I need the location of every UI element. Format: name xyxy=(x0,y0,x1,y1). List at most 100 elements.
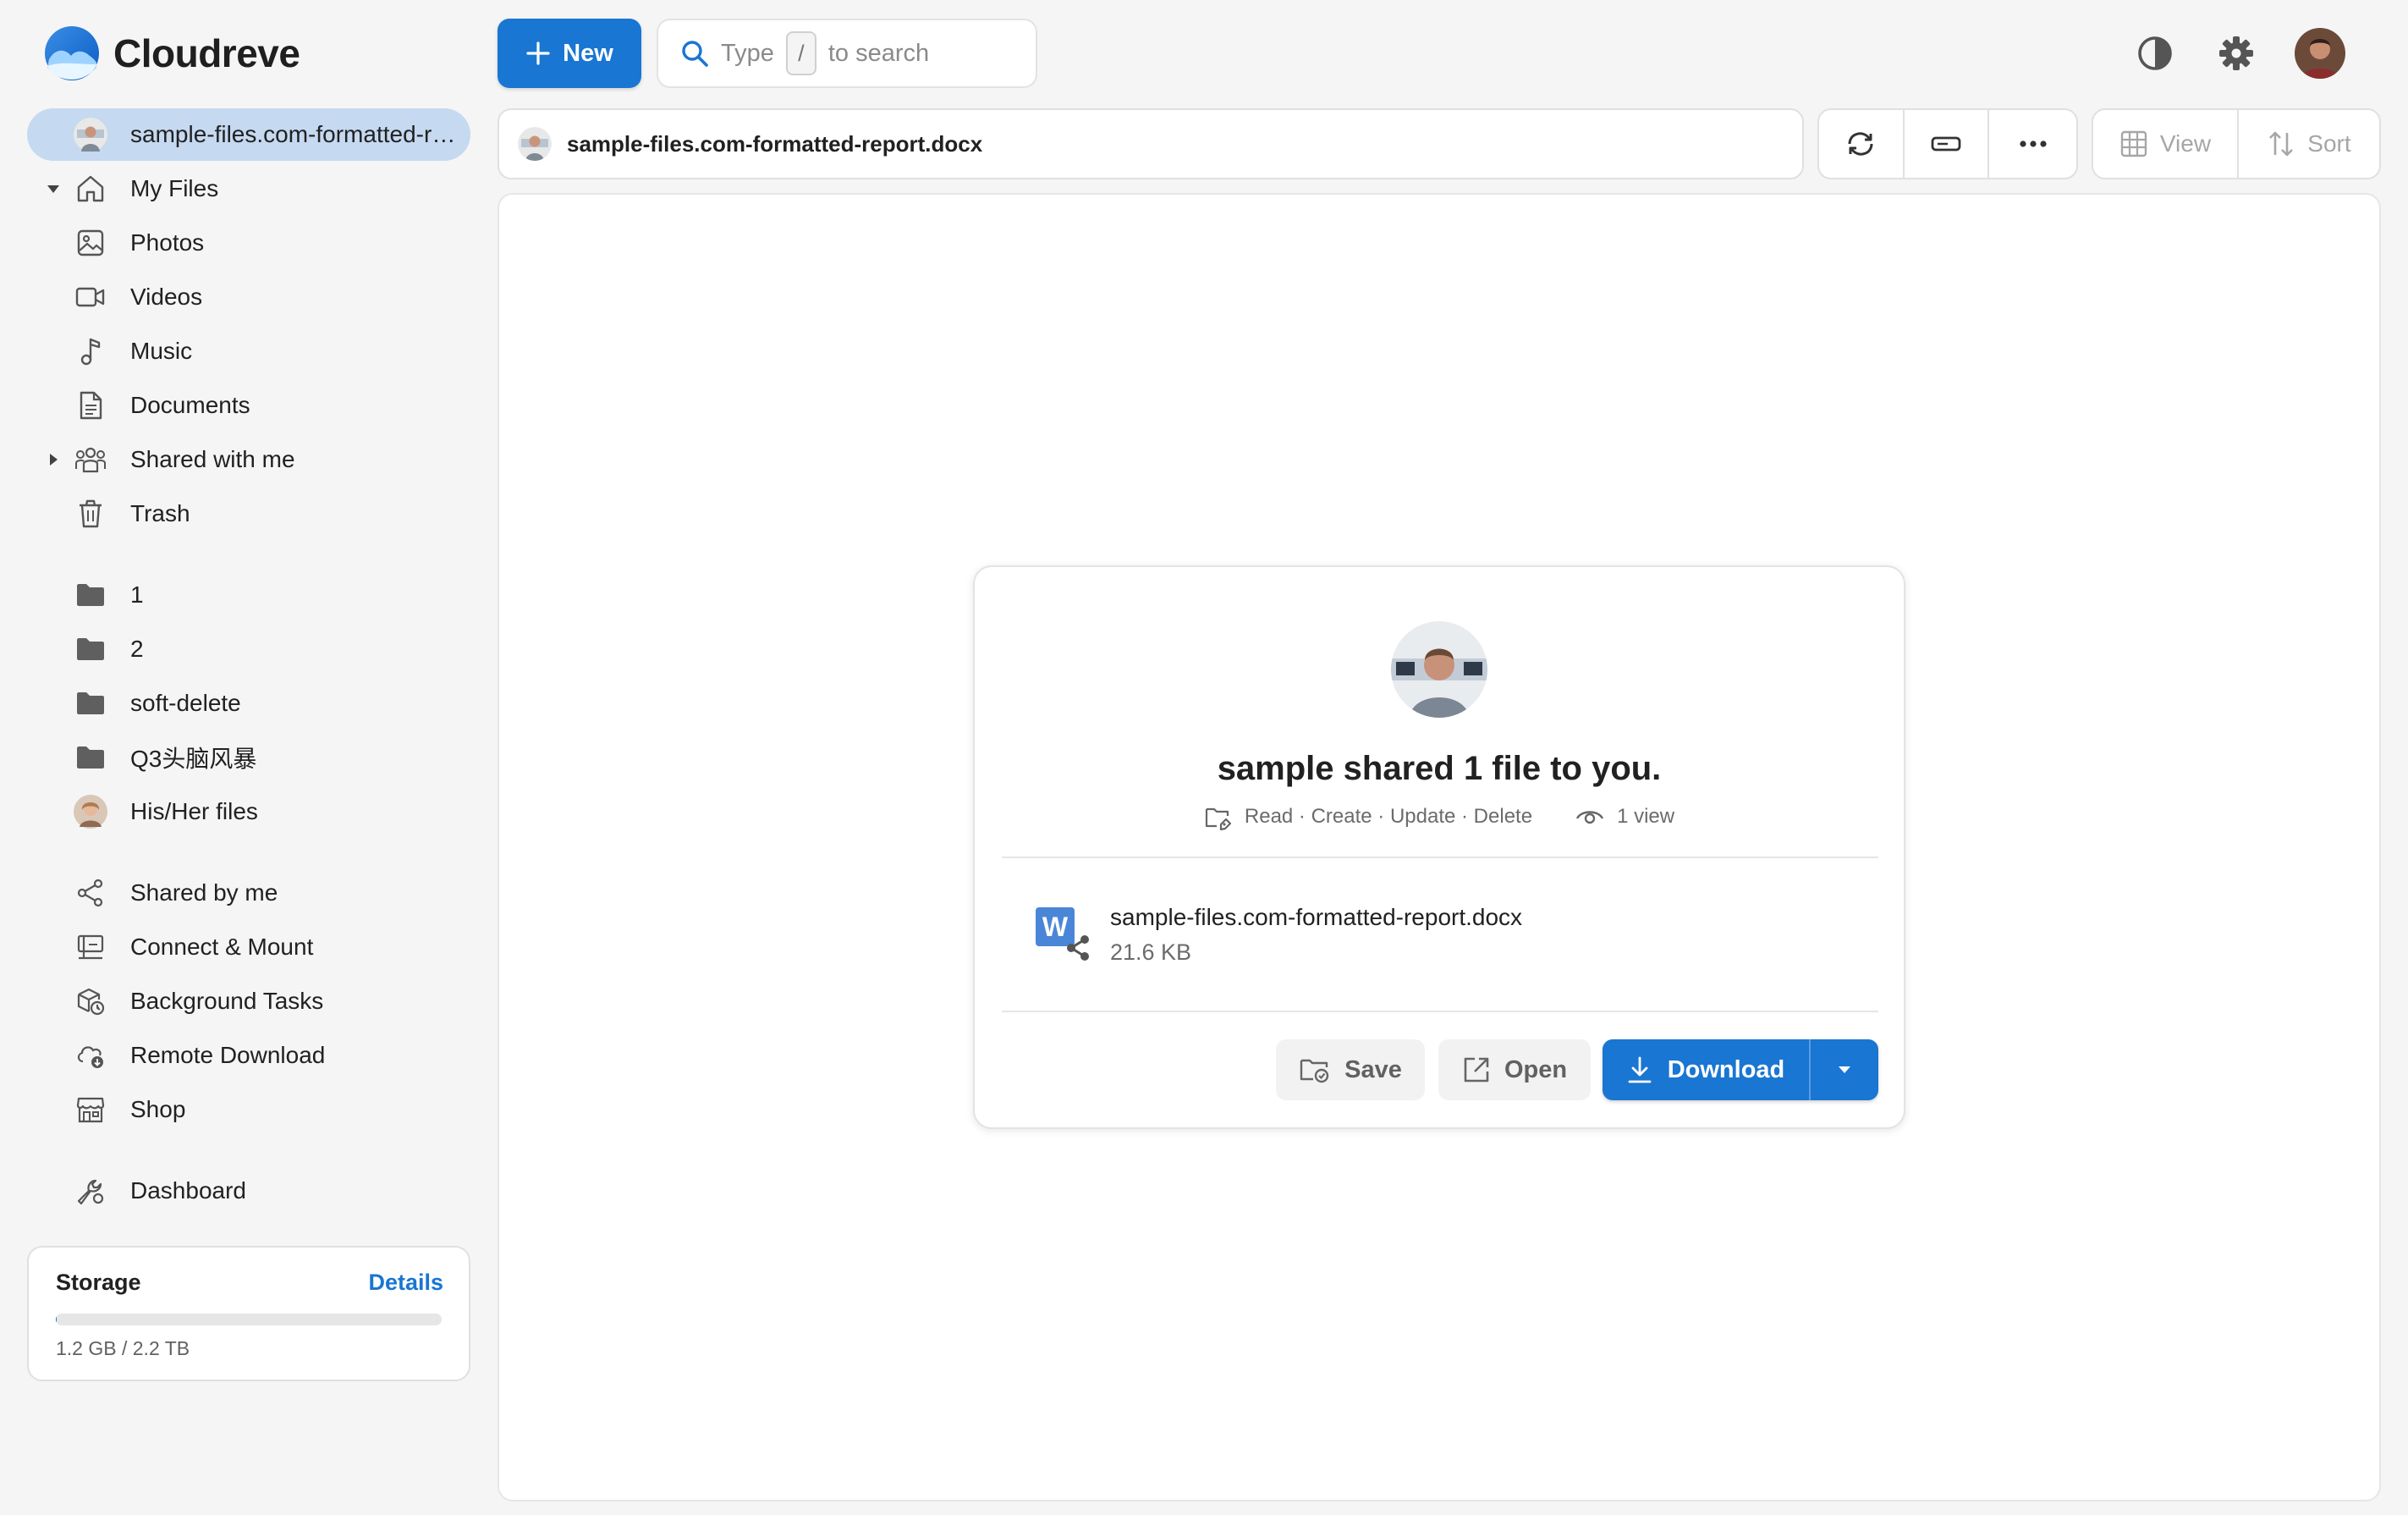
sidebar-item-label: Shared with me xyxy=(130,446,295,472)
sidebar-item-background-tasks[interactable]: Background Tasks xyxy=(27,975,470,1027)
share-owner-avatar xyxy=(518,127,552,161)
sidebar-folder-label: 2 xyxy=(130,636,144,662)
refresh-button[interactable] xyxy=(1819,110,1905,178)
caret-down-icon xyxy=(1839,1066,1850,1073)
view-sort-group: View Sort xyxy=(2092,108,2381,179)
folder-icon xyxy=(73,740,108,775)
sidebar-item-label: Shared by me xyxy=(130,879,278,906)
cloud-download-icon xyxy=(73,1038,108,1073)
contrast-icon xyxy=(2138,36,2172,70)
sidebar-item-trash[interactable]: Trash xyxy=(27,488,470,540)
sidebar-item-label: Connect & Mount xyxy=(130,934,314,960)
open-button[interactable]: Open xyxy=(1438,1039,1591,1100)
document-icon xyxy=(73,388,108,423)
hard-drive-icon xyxy=(1931,136,1961,152)
storage-usage-bar xyxy=(56,1314,442,1325)
sidebar-item-videos[interactable]: Videos xyxy=(27,271,470,323)
card-divider xyxy=(1002,857,1878,858)
store-icon xyxy=(73,1092,108,1127)
sidebar-folder-his-her-files[interactable]: His/Her files xyxy=(27,785,470,838)
sidebar-item-my-files[interactable]: My Files xyxy=(27,163,470,215)
word-document-shared-icon: W xyxy=(1036,907,1089,961)
storage-panel: Storage Details 1.2 GB / 2.2 TB xyxy=(27,1246,470,1381)
caret-down-icon[interactable] xyxy=(44,179,63,198)
view-button-label: View xyxy=(2159,130,2212,157)
sidebar-item-shared-with-me[interactable]: Shared with me xyxy=(27,433,470,486)
search-shortcut-key: / xyxy=(785,31,816,75)
sidebar-item-music[interactable]: Music xyxy=(27,325,470,377)
settings-button[interactable] xyxy=(2212,29,2261,78)
video-icon xyxy=(73,279,108,315)
storage-details-link[interactable]: Details xyxy=(368,1270,443,1296)
shared-file-name[interactable]: sample-files.com-formatted-report.docx xyxy=(1110,904,1522,931)
home-icon xyxy=(73,171,108,207)
sort-button[interactable]: Sort xyxy=(2239,110,2379,178)
view-button[interactable]: View xyxy=(2093,110,2239,178)
folder-permission-icon xyxy=(1205,807,1231,831)
image-icon xyxy=(73,225,108,261)
caret-right-icon[interactable] xyxy=(44,450,63,469)
share-icon xyxy=(73,875,108,911)
sidebar-item-label: Remote Download xyxy=(130,1042,326,1068)
download-split-button: Download xyxy=(1603,1039,1878,1100)
sidebar-item-documents[interactable]: Documents xyxy=(27,379,470,432)
sidebar-item-label: Trash xyxy=(130,500,190,526)
sidebar-folder-2[interactable]: 2 xyxy=(27,623,470,675)
download-button-label: Download xyxy=(1667,1055,1785,1083)
sidebar-item-label: Background Tasks xyxy=(130,988,324,1014)
drive-connect-icon xyxy=(73,929,108,965)
sidebar-item-label: Music xyxy=(130,338,193,364)
theme-toggle-button[interactable] xyxy=(2130,29,2180,78)
sidebar-item-photos[interactable]: Photos xyxy=(27,217,470,269)
new-button[interactable]: New xyxy=(498,19,641,88)
people-icon xyxy=(73,442,108,477)
sidebar-item-shop[interactable]: Shop xyxy=(27,1083,470,1136)
sidebar-item-dashboard[interactable]: Dashboard xyxy=(27,1165,470,1217)
folder-icon xyxy=(73,686,108,721)
more-horizontal-icon xyxy=(2020,140,2047,147)
share-meta: Read · Create · Update · Delete 1 view xyxy=(975,802,1904,831)
folder-save-icon xyxy=(1300,1059,1329,1083)
sidebar-item-label: Dashboard xyxy=(130,1177,246,1204)
cloudreve-logo-icon xyxy=(45,26,99,80)
storage-policy-button[interactable] xyxy=(1905,110,1990,178)
sidebar-item-label: Shop xyxy=(130,1096,186,1122)
app-logo[interactable]: Cloudreve xyxy=(44,25,300,81)
sort-icon xyxy=(2269,131,2294,157)
download-options-dropdown[interactable] xyxy=(1811,1039,1878,1100)
save-button[interactable]: Save xyxy=(1276,1039,1425,1100)
sidebar-item-label: sample-files.com-formatted-report.docx xyxy=(130,121,462,147)
sidebar-folder-label: His/Her files xyxy=(130,798,258,824)
search-icon xyxy=(682,41,708,67)
svg-text:W: W xyxy=(1042,912,1069,942)
plus-icon xyxy=(526,41,550,65)
sidebar-item-shared-by-me[interactable]: Shared by me xyxy=(27,867,470,919)
sidebar-folder-q3[interactable]: Q3头脑风暴 xyxy=(27,731,470,784)
share-owner-avatar-large xyxy=(1391,621,1487,718)
share-info-card: sample shared 1 file to you. Read · Crea… xyxy=(973,565,1905,1129)
search-input[interactable]: Type / to search xyxy=(657,19,1037,88)
breadcrumb[interactable]: sample-files.com-formatted-report.docx xyxy=(498,108,1804,179)
sidebar-folder-soft-delete[interactable]: soft-delete xyxy=(27,677,470,730)
search-placeholder-pre: Type xyxy=(721,39,774,67)
share-title: sample shared 1 file to you. xyxy=(1217,750,1662,787)
sidebar-item-current-share[interactable]: sample-files.com-formatted-report.docx xyxy=(27,108,470,161)
sidebar-folder-label: 1 xyxy=(130,581,144,608)
sidebar-item-label: Videos xyxy=(130,284,203,310)
breadcrumb-filename: sample-files.com-formatted-report.docx xyxy=(567,130,983,157)
sidebar-folder-1[interactable]: 1 xyxy=(27,569,470,621)
user-avatar[interactable] xyxy=(2295,28,2345,79)
open-button-label: Open xyxy=(1504,1055,1568,1083)
open-external-icon xyxy=(1464,1057,1489,1083)
action-button-group xyxy=(1817,108,2078,179)
app-name: Cloudreve xyxy=(113,31,300,75)
save-button-label: Save xyxy=(1344,1055,1402,1083)
download-button[interactable]: Download xyxy=(1603,1039,1811,1100)
new-button-label: New xyxy=(563,39,613,67)
sort-button-label: Sort xyxy=(2307,130,2351,157)
sidebar-item-label: My Files xyxy=(130,175,219,201)
sidebar-item-remote-download[interactable]: Remote Download xyxy=(27,1029,470,1082)
sidebar-item-connect-mount[interactable]: Connect & Mount xyxy=(27,921,470,973)
download-icon xyxy=(1628,1056,1652,1083)
more-options-button[interactable] xyxy=(1989,110,2076,178)
